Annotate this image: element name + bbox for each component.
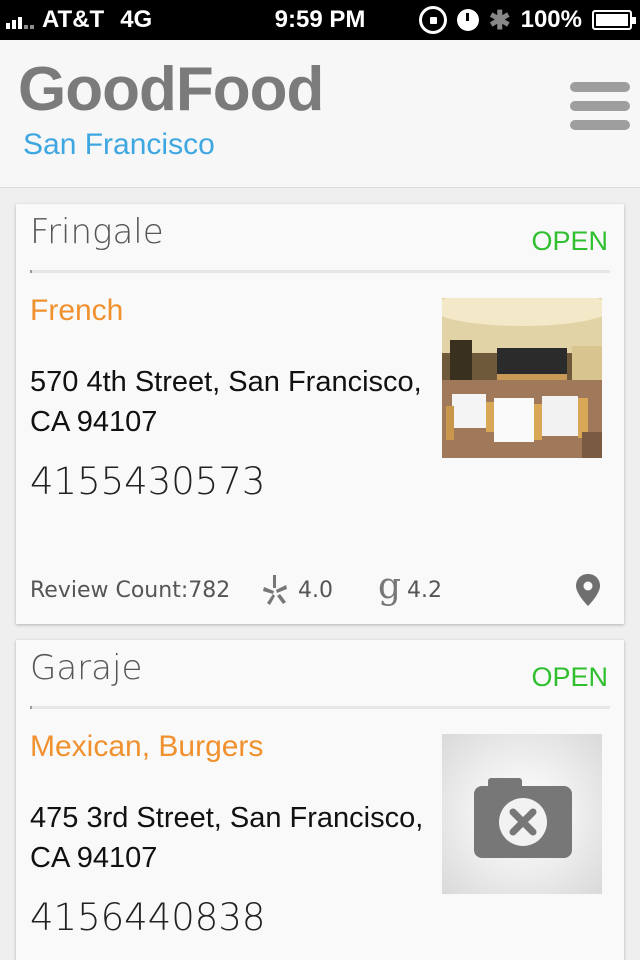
battery-percent: 100% bbox=[520, 6, 582, 33]
google-icon: g bbox=[378, 566, 402, 607]
yelp-icon bbox=[263, 575, 287, 605]
cuisine-label: Mexican, Burgers bbox=[30, 730, 264, 763]
cuisine-label: French bbox=[30, 294, 124, 327]
yelp-rating-value: 4.0 bbox=[298, 577, 333, 603]
address-text: 475 3rd Street, San Francisco, CA 94107 bbox=[30, 802, 424, 874]
google-rating-value: 4.2 bbox=[407, 577, 443, 603]
divider bbox=[30, 706, 610, 709]
hamburger-menu-icon[interactable] bbox=[570, 82, 630, 130]
open-status-badge: OPEN bbox=[531, 226, 608, 256]
restaurant-name: Fringale bbox=[30, 212, 164, 252]
app-header: GoodFood San Francisco bbox=[0, 40, 640, 188]
phone-number[interactable]: 4156440838 bbox=[30, 896, 265, 939]
restaurant-card[interactable]: Fringale OPEN French 570 4th Street, San… bbox=[16, 204, 624, 624]
map-pin-icon[interactable] bbox=[576, 574, 600, 612]
review-count: Review Count:782 bbox=[30, 577, 231, 603]
card-footer: Review Count:782 4.0 g 4.2 bbox=[30, 569, 610, 612]
bluetooth-icon: ✱ bbox=[488, 5, 511, 35]
phone-number[interactable]: 4155430573 bbox=[30, 460, 265, 503]
restaurant-photo-placeholder[interactable] bbox=[442, 734, 602, 894]
open-status-badge: OPEN bbox=[531, 662, 608, 692]
no-photo-camera-icon bbox=[474, 778, 572, 858]
city-selector[interactable]: San Francisco bbox=[23, 128, 215, 162]
restaurant-card[interactable]: Garaje OPEN Mexican, Burgers 475 3rd Str… bbox=[16, 640, 624, 960]
divider bbox=[30, 270, 610, 273]
app-title: GoodFood bbox=[18, 55, 324, 124]
restaurant-photo[interactable] bbox=[442, 298, 602, 458]
yelp-rating: 4.0 bbox=[262, 573, 378, 607]
address-text: 570 4th Street, San Francisco, CA 94107 bbox=[30, 366, 422, 438]
google-rating: g 4.2 bbox=[378, 569, 443, 605]
status-bar: AT&T 4G 9:59 PM ✱ 100% bbox=[0, 0, 640, 40]
restaurant-name: Garaje bbox=[30, 648, 143, 688]
battery-icon bbox=[592, 10, 636, 30]
alarm-icon bbox=[456, 9, 479, 31]
rotation-lock-icon bbox=[418, 6, 447, 34]
